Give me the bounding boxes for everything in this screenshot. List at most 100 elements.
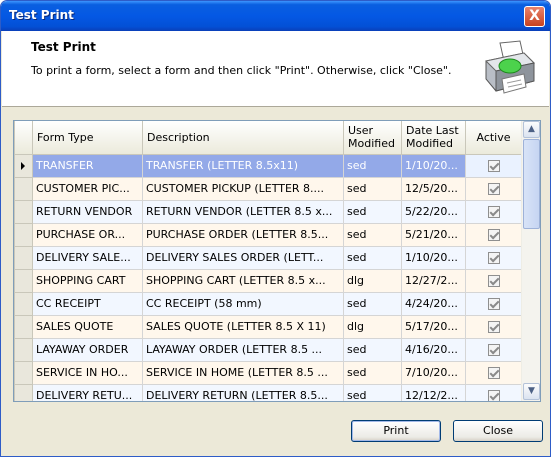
row-selector[interactable] <box>14 337 33 362</box>
cell-form-type[interactable]: SERVICE IN HO... <box>32 360 143 385</box>
column-form-type[interactable]: Form Type <box>32 121 143 155</box>
cell-user-modified[interactable]: sed <box>343 176 402 201</box>
table-row[interactable]: PURCHASE OR... PURCHASE ORDER (LETTER 8.5… <box>14 222 521 247</box>
table-row[interactable]: LAYAWAY ORDER LAYAWAY ORDER (LETTER 8.5 .… <box>14 337 521 362</box>
print-button[interactable]: Print <box>351 420 441 442</box>
title-bar[interactable]: Test Print X <box>1 1 550 31</box>
cell-active[interactable] <box>465 245 521 270</box>
cell-description[interactable]: PURCHASE ORDER (LETTER 8.5... <box>142 222 344 247</box>
cell-active[interactable] <box>465 268 521 293</box>
cell-description[interactable]: SALES QUOTE (LETTER 8.5 X 11) <box>142 314 344 339</box>
active-checkbox[interactable] <box>487 252 500 264</box>
cell-user-modified[interactable]: sed <box>343 245 402 270</box>
cell-active[interactable] <box>465 199 521 224</box>
cell-form-type[interactable]: SALES QUOTE <box>32 314 143 339</box>
active-checkbox[interactable] <box>487 344 500 356</box>
cell-form-type[interactable]: TRANSFER <box>32 153 143 178</box>
cell-form-type[interactable]: DELIVERY RETU... <box>32 383 143 401</box>
cell-description[interactable]: SHOPPING CART (LETTER 8.5 x... <box>142 268 344 293</box>
scroll-thumb[interactable] <box>523 139 540 229</box>
table-row[interactable]: SHOPPING CART SHOPPING CART (LETTER 8.5 x… <box>14 268 521 293</box>
table-row[interactable]: TRANSFER TRANSFER (LETTER 8.5x11) sed 1/10/… <box>14 153 521 178</box>
column-description[interactable]: Description <box>142 121 344 155</box>
close-window-button[interactable]: X <box>524 6 545 27</box>
cell-user-modified[interactable]: sed <box>343 291 402 316</box>
cell-user-modified[interactable]: sed <box>343 337 402 362</box>
cell-date-last-modified[interactable]: 12/5/20... <box>401 176 466 201</box>
row-selector[interactable] <box>14 176 33 201</box>
cell-form-type[interactable]: RETURN VENDOR <box>32 199 143 224</box>
cell-form-type[interactable]: SHOPPING CART <box>32 268 143 293</box>
active-checkbox[interactable] <box>487 275 500 287</box>
cell-description[interactable]: TRANSFER (LETTER 8.5x11) <box>142 153 344 178</box>
active-checkbox[interactable] <box>487 206 500 218</box>
cell-active[interactable] <box>465 222 521 247</box>
table-row[interactable]: CC RECEIPT CC RECEIPT (58 mm) sed 4/24/20..… <box>14 291 521 316</box>
cell-date-last-modified[interactable]: 5/21/20... <box>401 222 466 247</box>
close-button[interactable]: Close <box>453 420 543 442</box>
cell-date-last-modified[interactable]: 1/10/20... <box>401 153 466 178</box>
row-selector[interactable] <box>14 199 33 224</box>
row-selector[interactable] <box>14 383 33 401</box>
forms-grid[interactable]: Form Type Description User Modified Date … <box>13 120 541 402</box>
table-row[interactable]: SERVICE IN HO... SERVICE IN HOME (LETTER … <box>14 360 521 385</box>
cell-date-last-modified[interactable]: 4/16/20... <box>401 337 466 362</box>
table-row[interactable]: CUSTOMER PIC... CUSTOMER PICKUP (LETTER 8… <box>14 176 521 201</box>
cell-active[interactable] <box>465 176 521 201</box>
cell-user-modified[interactable]: sed <box>343 153 402 178</box>
cell-description[interactable]: RETURN VENDOR (LETTER 8.5 x... <box>142 199 344 224</box>
cell-date-last-modified[interactable]: 1/10/20... <box>401 245 466 270</box>
cell-active[interactable] <box>465 314 521 339</box>
table-row[interactable]: DELIVERY RETU... DELIVERY RETURN (LETTER … <box>14 383 521 401</box>
cell-form-type[interactable]: LAYAWAY ORDER <box>32 337 143 362</box>
scroll-down-icon[interactable]: ▼ <box>523 383 540 400</box>
active-checkbox[interactable] <box>487 298 500 310</box>
active-checkbox[interactable] <box>487 160 500 172</box>
active-checkbox[interactable] <box>487 390 500 401</box>
cell-description[interactable]: SERVICE IN HOME (LETTER 8.5 ... <box>142 360 344 385</box>
cell-date-last-modified[interactable]: 12/27/2... <box>401 268 466 293</box>
cell-date-last-modified[interactable]: 4/24/20... <box>401 291 466 316</box>
active-checkbox[interactable] <box>487 321 500 333</box>
row-selector[interactable] <box>14 245 33 270</box>
cell-user-modified[interactable]: sed <box>343 222 402 247</box>
cell-description[interactable]: CC RECEIPT (58 mm) <box>142 291 344 316</box>
vertical-scrollbar[interactable]: ▲ ▼ <box>521 121 540 401</box>
cell-active[interactable] <box>465 153 521 178</box>
cell-form-type[interactable]: PURCHASE OR... <box>32 222 143 247</box>
cell-active[interactable] <box>465 383 521 401</box>
cell-description[interactable]: DELIVERY RETURN (LETTER 8.5... <box>142 383 344 401</box>
active-checkbox[interactable] <box>487 183 500 195</box>
cell-active[interactable] <box>465 291 521 316</box>
active-checkbox[interactable] <box>487 229 500 241</box>
row-selector[interactable] <box>14 153 33 178</box>
table-row[interactable]: DELIVERY SALE... DELIVERY SALES ORDER (LE… <box>14 245 521 270</box>
cell-description[interactable]: CUSTOMER PICKUP (LETTER 8.... <box>142 176 344 201</box>
column-date-last-modified[interactable]: Date Last Modified <box>401 121 466 155</box>
cell-date-last-modified[interactable]: 5/17/20... <box>401 314 466 339</box>
cell-form-type[interactable]: DELIVERY SALE... <box>32 245 143 270</box>
column-active[interactable]: Active <box>465 121 521 155</box>
row-selector[interactable] <box>14 268 33 293</box>
cell-date-last-modified[interactable]: 12/12/2... <box>401 383 466 401</box>
cell-user-modified[interactable]: sed <box>343 360 402 385</box>
cell-user-modified[interactable]: dlg <box>343 314 402 339</box>
active-checkbox[interactable] <box>487 367 500 379</box>
table-row[interactable]: RETURN VENDOR RETURN VENDOR (LETTER 8.5 x… <box>14 199 521 224</box>
cell-form-type[interactable]: CUSTOMER PIC... <box>32 176 143 201</box>
cell-active[interactable] <box>465 360 521 385</box>
table-row[interactable]: SALES QUOTE SALES QUOTE (LETTER 8.5 X 11)… <box>14 314 521 339</box>
row-selector[interactable] <box>14 314 33 339</box>
cell-description[interactable]: DELIVERY SALES ORDER (LETT... <box>142 245 344 270</box>
cell-form-type[interactable]: CC RECEIPT <box>32 291 143 316</box>
row-selector[interactable] <box>14 222 33 247</box>
cell-user-modified[interactable]: dlg <box>343 268 402 293</box>
cell-description[interactable]: LAYAWAY ORDER (LETTER 8.5 ... <box>142 337 344 362</box>
cell-date-last-modified[interactable]: 7/10/20... <box>401 360 466 385</box>
cell-active[interactable] <box>465 337 521 362</box>
cell-user-modified[interactable]: sed <box>343 383 402 401</box>
cell-date-last-modified[interactable]: 5/22/20... <box>401 199 466 224</box>
scroll-up-icon[interactable]: ▲ <box>523 121 540 138</box>
row-selector[interactable] <box>14 291 33 316</box>
column-user-modified[interactable]: User Modified <box>343 121 402 155</box>
